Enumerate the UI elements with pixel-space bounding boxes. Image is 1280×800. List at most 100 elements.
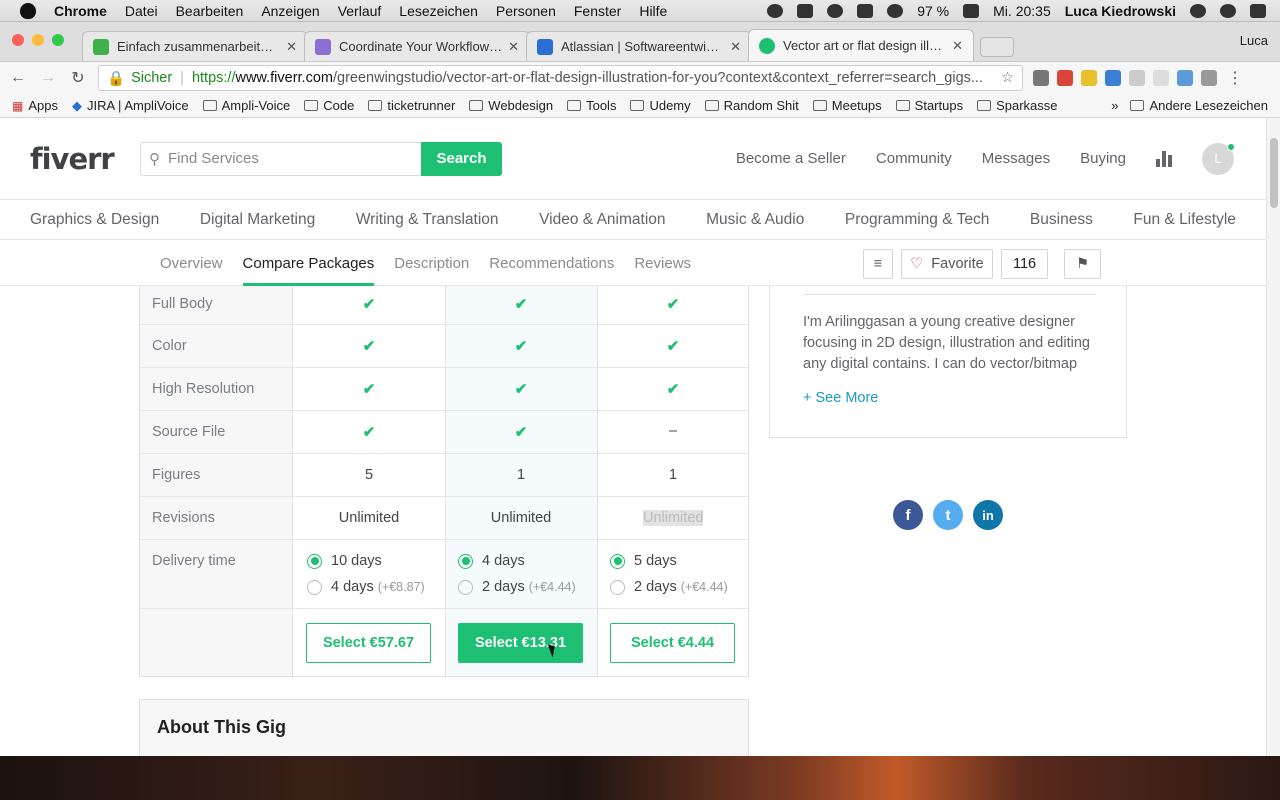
buying-link[interactable]: Buying xyxy=(1080,150,1126,167)
page-scrollbar[interactable] xyxy=(1266,118,1280,756)
close-tab-icon[interactable]: ✕ xyxy=(952,38,963,54)
category-business[interactable]: Business xyxy=(1030,211,1093,229)
extension-icon[interactable] xyxy=(1177,70,1193,86)
browser-tab[interactable]: Coordinate Your Workflow Fro ✕ xyxy=(304,31,530,61)
delivery-radio[interactable]: 2 days (+€4.44) xyxy=(610,579,728,595)
twitter-icon[interactable]: t xyxy=(933,500,963,530)
bookmark-folder[interactable]: Tools xyxy=(567,98,616,113)
delivery-radio[interactable]: 10 days xyxy=(307,553,382,569)
community-link[interactable]: Community xyxy=(876,150,952,167)
become-seller-link[interactable]: Become a Seller xyxy=(736,150,846,167)
menu-verlauf[interactable]: Verlauf xyxy=(338,3,382,19)
category-digital-marketing[interactable]: Digital Marketing xyxy=(200,211,315,229)
select-basic-button[interactable]: Select €57.67 xyxy=(306,623,431,663)
menu-lesezeichen[interactable]: Lesezeichen xyxy=(399,3,478,19)
zoom-window-button[interactable] xyxy=(52,34,64,46)
analytics-icon[interactable] xyxy=(1156,150,1172,167)
flag-icon[interactable]: ⚑ xyxy=(1064,249,1102,279)
close-tab-icon[interactable]: ✕ xyxy=(508,39,519,55)
extension-icon[interactable] xyxy=(1105,70,1121,86)
category-graphics-design[interactable]: Graphics & Design xyxy=(30,211,159,229)
new-tab-button[interactable] xyxy=(980,37,1014,57)
extension-icon[interactable] xyxy=(1057,70,1073,86)
fiverr-logo[interactable]: fiverr xyxy=(30,142,140,176)
forward-icon[interactable]: → xyxy=(38,69,58,87)
bookmark-item[interactable]: ◆ JIRA | AmpliVoice xyxy=(72,98,189,114)
menu-app-name[interactable]: Chrome xyxy=(54,3,107,19)
search-button[interactable]: Search xyxy=(421,141,502,176)
bookmark-folder[interactable]: Sparkasse xyxy=(977,98,1058,113)
tab-compare-packages[interactable]: Compare Packages xyxy=(242,241,374,286)
browser-tab[interactable]: Einfach zusammenarbeiten | S ✕ xyxy=(82,31,308,61)
bookmark-apps[interactable]: ▦ Apps xyxy=(12,98,58,113)
category-video-animation[interactable]: Video & Animation xyxy=(539,211,665,229)
menu-bearbeiten[interactable]: Bearbeiten xyxy=(176,3,244,19)
menu-lines-icon[interactable]: ≡ xyxy=(863,249,893,279)
close-tab-icon[interactable]: ✕ xyxy=(286,39,297,55)
wifi-icon[interactable] xyxy=(887,3,904,18)
category-fun-lifestyle[interactable]: Fun & Lifestyle xyxy=(1133,211,1236,229)
menu-personen[interactable]: Personen xyxy=(496,3,556,19)
cloud-icon[interactable] xyxy=(827,3,844,18)
extension-icon[interactable] xyxy=(1201,70,1217,86)
profile-name[interactable]: Luca xyxy=(1240,33,1268,48)
bookmark-folder[interactable]: Code xyxy=(304,98,354,113)
delivery-radio[interactable]: 2 days (+€4.44) xyxy=(458,579,576,595)
siri-icon[interactable] xyxy=(1220,3,1236,18)
bookmark-folder[interactable]: Webdesign xyxy=(469,98,553,113)
bookmark-folder[interactable]: ticketrunner xyxy=(368,98,455,113)
battery-percent[interactable]: 97 % xyxy=(917,3,949,19)
apple-icon[interactable] xyxy=(20,2,36,19)
select-standard-button[interactable]: Select €13.31 xyxy=(458,623,583,663)
bookmark-folder[interactable]: Udemy xyxy=(630,98,691,113)
tab-recommendations[interactable]: Recommendations xyxy=(489,255,614,272)
extension-icon[interactable] xyxy=(1153,70,1169,86)
linkedin-icon[interactable]: in xyxy=(973,500,1003,530)
extension-icon[interactable] xyxy=(1081,70,1097,86)
battery-icon[interactable] xyxy=(963,3,980,18)
messages-link[interactable]: Messages xyxy=(982,150,1050,167)
browser-tab[interactable]: Atlassian | Softwareentwicklun ✕ xyxy=(526,31,752,61)
favorite-button[interactable]: ♡ Favorite xyxy=(901,249,993,279)
menu-datei[interactable]: Datei xyxy=(125,3,158,19)
category-writing-translation[interactable]: Writing & Translation xyxy=(356,211,499,229)
menubar-clock[interactable]: Mi. 20:35 xyxy=(993,3,1051,19)
record-icon[interactable] xyxy=(767,3,784,18)
see-more-link[interactable]: + See More xyxy=(803,390,878,406)
search-input[interactable]: ⚲ Find Services xyxy=(140,141,421,176)
delivery-radio[interactable]: 5 days xyxy=(610,553,677,569)
menubar-user[interactable]: Luca Kiedrowski xyxy=(1065,3,1176,19)
minimize-window-button[interactable] xyxy=(32,34,44,46)
chrome-menu-icon[interactable]: ⋮ xyxy=(1225,68,1245,88)
airplay-icon[interactable] xyxy=(857,3,874,18)
delivery-radio[interactable]: 4 days (+€8.87) xyxy=(307,579,425,595)
category-music-audio[interactable]: Music & Audio xyxy=(706,211,804,229)
notification-center-icon[interactable] xyxy=(1250,3,1266,18)
bookmark-folder[interactable]: Meetups xyxy=(812,98,882,113)
menu-fenster[interactable]: Fenster xyxy=(574,3,621,19)
bookmarks-overflow-icon[interactable]: » xyxy=(1111,98,1118,113)
tab-reviews[interactable]: Reviews xyxy=(634,255,691,272)
close-window-button[interactable] xyxy=(12,34,24,46)
browser-tab-active[interactable]: Vector art or flat design illustra ✕ xyxy=(748,29,974,61)
tab-overview[interactable]: Overview xyxy=(160,255,223,272)
tab-description[interactable]: Description xyxy=(394,255,469,272)
scrollbar-thumb[interactable] xyxy=(1270,138,1278,208)
delivery-radio[interactable]: 4 days xyxy=(458,553,525,569)
address-bar[interactable]: 🔒 Sicher | https:// www.fiverr.com /gree… xyxy=(98,65,1023,91)
close-tab-icon[interactable]: ✕ xyxy=(730,39,741,55)
facebook-icon[interactable]: f xyxy=(893,500,923,530)
status-app-icon[interactable] xyxy=(797,3,814,18)
avatar[interactable]: L xyxy=(1202,142,1235,175)
spotlight-icon[interactable] xyxy=(1190,3,1206,18)
back-icon[interactable]: ← xyxy=(8,69,28,87)
category-programming-tech[interactable]: Programming & Tech xyxy=(845,211,989,229)
bookmark-folder[interactable]: Ampli-Voice xyxy=(202,98,290,113)
extension-icon[interactable] xyxy=(1129,70,1145,86)
other-bookmarks-folder[interactable]: Andere Lesezeichen xyxy=(1130,98,1268,113)
bookmark-folder[interactable]: Random Shit xyxy=(704,98,799,113)
bookmark-folder[interactable]: Startups xyxy=(895,98,963,113)
menu-hilfe[interactable]: Hilfe xyxy=(639,3,667,19)
select-premium-button[interactable]: Select €4.44 xyxy=(610,623,735,663)
reload-icon[interactable]: ↻ xyxy=(68,68,88,88)
